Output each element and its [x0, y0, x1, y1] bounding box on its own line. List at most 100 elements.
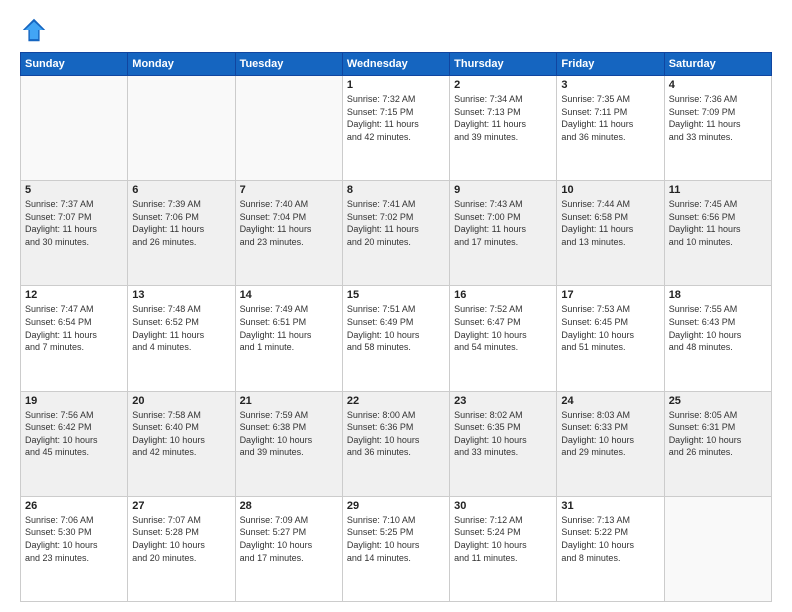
day-info: Sunrise: 7:12 AM Sunset: 5:24 PM Dayligh… — [454, 514, 552, 564]
day-info: Sunrise: 7:51 AM Sunset: 6:49 PM Dayligh… — [347, 303, 445, 353]
day-info: Sunrise: 7:37 AM Sunset: 7:07 PM Dayligh… — [25, 198, 123, 248]
calendar-cell — [235, 76, 342, 181]
day-number: 7 — [240, 184, 338, 196]
week-row-3: 12 Sunrise: 7:47 AM Sunset: 6:54 PM Dayli… — [21, 286, 772, 391]
day-number: 19 — [25, 395, 123, 407]
day-number: 2 — [454, 79, 552, 91]
week-row-5: 26 Sunrise: 7:06 AM Sunset: 5:30 PM Dayli… — [21, 496, 772, 601]
day-info: Sunrise: 7:47 AM Sunset: 6:54 PM Dayligh… — [25, 303, 123, 353]
logo — [20, 16, 52, 44]
weekday-header-monday: Monday — [128, 53, 235, 76]
weekday-header-thursday: Thursday — [450, 53, 557, 76]
calendar-cell: 31 Sunrise: 7:13 AM Sunset: 5:22 PM Dayli… — [557, 496, 664, 601]
day-number: 20 — [132, 395, 230, 407]
day-number: 12 — [25, 289, 123, 301]
day-number: 27 — [132, 500, 230, 512]
day-info: Sunrise: 7:32 AM Sunset: 7:15 PM Dayligh… — [347, 93, 445, 143]
weekday-header-tuesday: Tuesday — [235, 53, 342, 76]
calendar-cell: 13 Sunrise: 7:48 AM Sunset: 6:52 PM Dayli… — [128, 286, 235, 391]
weekday-header-friday: Friday — [557, 53, 664, 76]
calendar-cell — [128, 76, 235, 181]
day-info: Sunrise: 8:02 AM Sunset: 6:35 PM Dayligh… — [454, 409, 552, 459]
day-info: Sunrise: 7:39 AM Sunset: 7:06 PM Dayligh… — [132, 198, 230, 248]
calendar-cell: 7 Sunrise: 7:40 AM Sunset: 7:04 PM Daylig… — [235, 181, 342, 286]
day-info: Sunrise: 7:34 AM Sunset: 7:13 PM Dayligh… — [454, 93, 552, 143]
day-number: 28 — [240, 500, 338, 512]
day-number: 21 — [240, 395, 338, 407]
day-info: Sunrise: 7:48 AM Sunset: 6:52 PM Dayligh… — [132, 303, 230, 353]
day-info: Sunrise: 7:09 AM Sunset: 5:27 PM Dayligh… — [240, 514, 338, 564]
day-number: 5 — [25, 184, 123, 196]
week-row-2: 5 Sunrise: 7:37 AM Sunset: 7:07 PM Daylig… — [21, 181, 772, 286]
day-info: Sunrise: 7:56 AM Sunset: 6:42 PM Dayligh… — [25, 409, 123, 459]
calendar-cell: 22 Sunrise: 8:00 AM Sunset: 6:36 PM Dayli… — [342, 391, 449, 496]
day-number: 24 — [561, 395, 659, 407]
calendar-cell: 21Sunrise: 7:59 AM Sunset: 6:38 PM Dayli… — [235, 391, 342, 496]
day-number: 9 — [454, 184, 552, 196]
day-info: Sunrise: 7:06 AM Sunset: 5:30 PM Dayligh… — [25, 514, 123, 564]
day-number: 23 — [454, 395, 552, 407]
calendar-cell: 12 Sunrise: 7:47 AM Sunset: 6:54 PM Dayli… — [21, 286, 128, 391]
day-number: 22 — [347, 395, 445, 407]
day-number: 25 — [669, 395, 767, 407]
day-info: Sunrise: 7:36 AM Sunset: 7:09 PM Dayligh… — [669, 93, 767, 143]
day-info: Sunrise: 7:07 AM Sunset: 5:28 PM Dayligh… — [132, 514, 230, 564]
day-info: Sunrise: 7:45 AM Sunset: 6:56 PM Dayligh… — [669, 198, 767, 248]
day-number: 26 — [25, 500, 123, 512]
calendar-cell: 2 Sunrise: 7:34 AM Sunset: 7:13 PM Daylig… — [450, 76, 557, 181]
calendar-cell: 5 Sunrise: 7:37 AM Sunset: 7:07 PM Daylig… — [21, 181, 128, 286]
day-number: 3 — [561, 79, 659, 91]
calendar-cell: 20Sunrise: 7:58 AM Sunset: 6:40 PM Dayli… — [128, 391, 235, 496]
logo-icon — [20, 16, 48, 44]
calendar-cell: 4 Sunrise: 7:36 AM Sunset: 7:09 PM Daylig… — [664, 76, 771, 181]
day-number: 14 — [240, 289, 338, 301]
calendar-cell: 6Sunrise: 7:39 AM Sunset: 7:06 PM Daylig… — [128, 181, 235, 286]
day-number: 30 — [454, 500, 552, 512]
calendar-cell: 10Sunrise: 7:44 AM Sunset: 6:58 PM Dayli… — [557, 181, 664, 286]
day-number: 4 — [669, 79, 767, 91]
calendar-cell — [664, 496, 771, 601]
day-number: 31 — [561, 500, 659, 512]
day-number: 16 — [454, 289, 552, 301]
day-info: Sunrise: 7:52 AM Sunset: 6:47 PM Dayligh… — [454, 303, 552, 353]
calendar-cell: 27 Sunrise: 7:07 AM Sunset: 5:28 PM Dayli… — [128, 496, 235, 601]
calendar-cell: 11Sunrise: 7:45 AM Sunset: 6:56 PM Dayli… — [664, 181, 771, 286]
calendar-cell: 26 Sunrise: 7:06 AM Sunset: 5:30 PM Dayli… — [21, 496, 128, 601]
calendar-cell: 17 Sunrise: 7:53 AM Sunset: 6:45 PM Dayli… — [557, 286, 664, 391]
day-info: Sunrise: 7:43 AM Sunset: 7:00 PM Dayligh… — [454, 198, 552, 248]
calendar-cell: 23 Sunrise: 8:02 AM Sunset: 6:35 PM Dayli… — [450, 391, 557, 496]
page: SundayMondayTuesdayWednesdayThursdayFrid… — [0, 0, 792, 612]
calendar-cell: 14 Sunrise: 7:49 AM Sunset: 6:51 PM Dayli… — [235, 286, 342, 391]
day-number: 10 — [561, 184, 659, 196]
calendar-cell: 8Sunrise: 7:41 AM Sunset: 7:02 PM Daylig… — [342, 181, 449, 286]
day-info: Sunrise: 7:55 AM Sunset: 6:43 PM Dayligh… — [669, 303, 767, 353]
day-info: Sunrise: 7:41 AM Sunset: 7:02 PM Dayligh… — [347, 198, 445, 248]
day-number: 29 — [347, 500, 445, 512]
day-info: Sunrise: 7:53 AM Sunset: 6:45 PM Dayligh… — [561, 303, 659, 353]
day-number: 17 — [561, 289, 659, 301]
calendar: SundayMondayTuesdayWednesdayThursdayFrid… — [20, 52, 772, 602]
weekday-header-saturday: Saturday — [664, 53, 771, 76]
day-info: Sunrise: 8:03 AM Sunset: 6:33 PM Dayligh… — [561, 409, 659, 459]
day-info: Sunrise: 7:10 AM Sunset: 5:25 PM Dayligh… — [347, 514, 445, 564]
header — [20, 16, 772, 44]
day-info: Sunrise: 7:49 AM Sunset: 6:51 PM Dayligh… — [240, 303, 338, 353]
day-info: Sunrise: 8:00 AM Sunset: 6:36 PM Dayligh… — [347, 409, 445, 459]
calendar-cell: 9 Sunrise: 7:43 AM Sunset: 7:00 PM Daylig… — [450, 181, 557, 286]
day-info: Sunrise: 7:40 AM Sunset: 7:04 PM Dayligh… — [240, 198, 338, 248]
day-number: 18 — [669, 289, 767, 301]
week-row-1: 1Sunrise: 7:32 AM Sunset: 7:15 PM Daylig… — [21, 76, 772, 181]
day-info: Sunrise: 8:05 AM Sunset: 6:31 PM Dayligh… — [669, 409, 767, 459]
day-number: 15 — [347, 289, 445, 301]
weekday-header-sunday: Sunday — [21, 53, 128, 76]
weekday-header-row: SundayMondayTuesdayWednesdayThursdayFrid… — [21, 53, 772, 76]
calendar-cell: 15 Sunrise: 7:51 AM Sunset: 6:49 PM Dayli… — [342, 286, 449, 391]
day-info: Sunrise: 7:13 AM Sunset: 5:22 PM Dayligh… — [561, 514, 659, 564]
calendar-cell: 3 Sunrise: 7:35 AM Sunset: 7:11 PM Daylig… — [557, 76, 664, 181]
day-info: Sunrise: 7:35 AM Sunset: 7:11 PM Dayligh… — [561, 93, 659, 143]
week-row-4: 19 Sunrise: 7:56 AM Sunset: 6:42 PM Dayli… — [21, 391, 772, 496]
calendar-cell — [21, 76, 128, 181]
calendar-cell: 24 Sunrise: 8:03 AM Sunset: 6:33 PM Dayli… — [557, 391, 664, 496]
day-number: 13 — [132, 289, 230, 301]
calendar-cell: 1Sunrise: 7:32 AM Sunset: 7:15 PM Daylig… — [342, 76, 449, 181]
